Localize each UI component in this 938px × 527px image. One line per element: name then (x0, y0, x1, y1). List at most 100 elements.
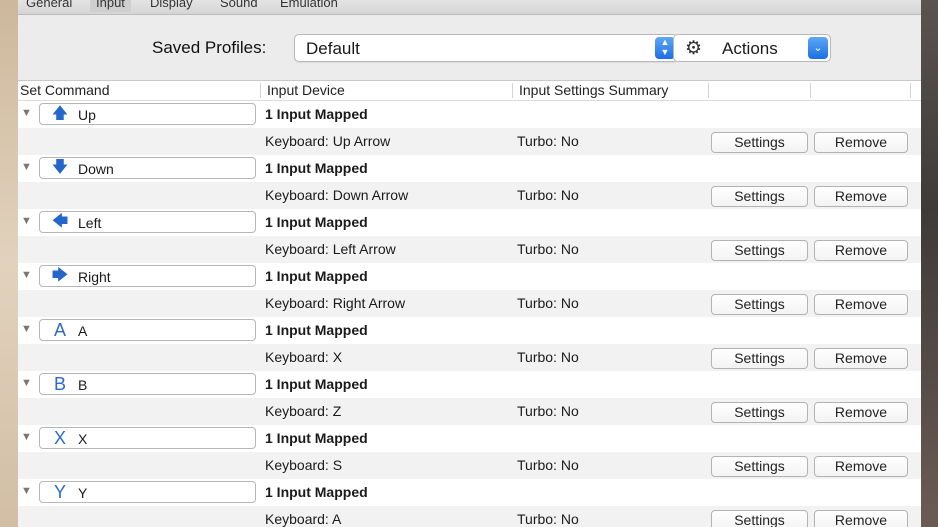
remove-button[interactable]: Remove (814, 132, 908, 153)
chevron-down-icon: ⌄ (808, 37, 828, 59)
turbo-summary: Turbo: No (517, 511, 579, 527)
command-row[interactable]: ▼ 🡆 Right 1 Input Mapped (18, 263, 921, 290)
inputs-mapped-count: 1 Input Mapped (265, 268, 368, 284)
disclosure-triangle-icon[interactable]: ▼ (21, 269, 32, 281)
column-divider (512, 83, 513, 98)
preferences-window: General Input Display Sound Emulation Sa… (18, 0, 921, 527)
command-row[interactable]: ▼ 🡄 Left 1 Input Mapped (18, 209, 921, 236)
letter-y-icon: Y (53, 482, 66, 502)
settings-button[interactable]: Settings (711, 294, 808, 315)
input-mapping-row: Keyboard: Z Turbo: No Settings Remove (18, 398, 921, 425)
column-header-input-settings-summary[interactable]: Input Settings Summary (519, 82, 668, 99)
inputs-mapped-count: 1 Input Mapped (265, 106, 368, 122)
remove-button[interactable]: Remove (814, 456, 908, 477)
desktop-background-left (0, 0, 20, 527)
command-field-b[interactable]: BB (39, 373, 256, 395)
select-stepper-icon: ▲ ▼ (655, 37, 675, 59)
column-header-set-command[interactable]: Set Command (20, 82, 109, 99)
inputs-mapped-count: 1 Input Mapped (265, 430, 368, 446)
disclosure-triangle-icon[interactable]: ▼ (21, 107, 32, 119)
disclosure-triangle-icon[interactable]: ▼ (21, 323, 32, 335)
turbo-summary: Turbo: No (517, 133, 579, 149)
turbo-summary: Turbo: No (517, 187, 579, 203)
tab-general[interactable]: General (20, 0, 78, 12)
settings-button[interactable]: Settings (711, 240, 808, 261)
inputs-mapped-count: 1 Input Mapped (265, 376, 368, 392)
command-row[interactable]: ▼ Y Y 1 Input Mapped (18, 479, 921, 506)
command-label: Y (78, 485, 88, 501)
inputs-mapped-count: 1 Input Mapped (265, 214, 368, 230)
remove-button[interactable]: Remove (814, 186, 908, 207)
command-row[interactable]: ▼ A A 1 Input Mapped (18, 317, 921, 344)
actions-button[interactable]: ⚙ Actions ⌄ (673, 34, 831, 62)
input-mapping-row: Keyboard: Up Arrow Turbo: No Settings Remov… (18, 128, 921, 155)
profile-bar: Saved Profiles: Default ▲ ▼ ⚙ Actions ⌄ (18, 14, 921, 80)
letter-b-icon: B (53, 374, 66, 394)
command-field-y[interactable]: YY (39, 481, 256, 503)
command-label: Right (78, 269, 111, 285)
column-divider (708, 83, 709, 98)
command-row[interactable]: ▼ B B 1 Input Mapped (18, 371, 921, 398)
gear-icon: ⚙ (685, 38, 703, 59)
preferences-tabbar: General Input Display Sound Emulation (18, 0, 921, 15)
tab-input[interactable]: Input (90, 0, 131, 12)
turbo-summary: Turbo: No (517, 241, 579, 257)
settings-button[interactable]: Settings (711, 186, 808, 207)
command-field-down[interactable]: 🡇 Down (39, 157, 256, 179)
saved-profiles-label: Saved Profiles: (152, 38, 267, 57)
remove-button[interactable]: Remove (814, 510, 908, 527)
tab-emulation[interactable]: Emulation (274, 0, 344, 12)
arrow-left-icon: 🡄 (51, 213, 69, 230)
letter-x-icon: X (53, 428, 66, 448)
disclosure-triangle-icon[interactable]: ▼ (21, 161, 32, 173)
inputs-mapped-count: 1 Input Mapped (265, 484, 368, 500)
tab-sound[interactable]: Sound (214, 0, 264, 12)
disclosure-triangle-icon[interactable]: ▼ (21, 485, 32, 497)
remove-button[interactable]: Remove (814, 294, 908, 315)
command-label: Down (78, 161, 114, 177)
settings-button[interactable]: Settings (711, 402, 808, 423)
input-device-value: Keyboard: S (265, 457, 343, 473)
saved-profiles-select[interactable]: Default ▲ ▼ (294, 34, 678, 62)
command-field-right[interactable]: 🡆 Right (39, 265, 256, 287)
input-device-value: Keyboard: Left Arrow (265, 241, 396, 257)
saved-profiles-value: Default (306, 39, 360, 58)
settings-button[interactable]: Settings (711, 348, 808, 369)
input-device-value: Keyboard: Z (265, 403, 342, 419)
input-mapping-row: Keyboard: Down Arrow Turbo: No Settings Rem… (18, 182, 921, 209)
remove-button[interactable]: Remove (814, 348, 908, 369)
arrow-down-icon: 🡇 (51, 159, 69, 176)
settings-button[interactable]: Settings (711, 510, 808, 527)
command-field-left[interactable]: 🡄 Left (39, 211, 256, 233)
command-row[interactable]: ▼ 🡅 Up 1 Input Mapped (18, 101, 921, 128)
remove-button[interactable]: Remove (814, 240, 908, 261)
command-row[interactable]: ▼ X X 1 Input Mapped (18, 425, 921, 452)
disclosure-triangle-icon[interactable]: ▼ (21, 431, 32, 443)
input-mapping-row: Keyboard: X Turbo: No Settings Remove (18, 344, 921, 371)
input-device-value: Keyboard: Down Arrow (265, 187, 409, 203)
disclosure-triangle-icon[interactable]: ▼ (21, 377, 32, 389)
input-device-value: Keyboard: Up Arrow (265, 133, 391, 149)
arrow-right-icon: 🡆 (51, 267, 69, 284)
remove-button[interactable]: Remove (814, 402, 908, 423)
input-device-value: Keyboard: X (265, 349, 343, 365)
command-row[interactable]: ▼ 🡇 Down 1 Input Mapped (18, 155, 921, 182)
command-field-x[interactable]: XX (39, 427, 256, 449)
column-divider (810, 83, 811, 98)
inputs-mapped-count: 1 Input Mapped (265, 160, 368, 176)
input-mapping-row: Keyboard: Right Arrow Turbo: No Settings Re… (18, 290, 921, 317)
tab-display[interactable]: Display (144, 0, 199, 12)
command-field-up[interactable]: 🡅 Up (39, 103, 256, 125)
disclosure-triangle-icon[interactable]: ▼ (21, 215, 32, 227)
column-divider (910, 83, 911, 98)
settings-button[interactable]: Settings (711, 456, 808, 477)
command-label: Up (78, 107, 96, 123)
arrow-up-icon: 🡅 (51, 105, 69, 122)
input-mapping-row: Keyboard: A Turbo: No Settings Remove (18, 506, 921, 527)
column-header-input-device[interactable]: Input Device (267, 82, 345, 99)
command-label: A (78, 323, 88, 339)
command-field-a[interactable]: AA (39, 319, 256, 341)
settings-button[interactable]: Settings (711, 132, 808, 153)
command-label: B (78, 377, 88, 393)
turbo-summary: Turbo: No (517, 457, 579, 473)
